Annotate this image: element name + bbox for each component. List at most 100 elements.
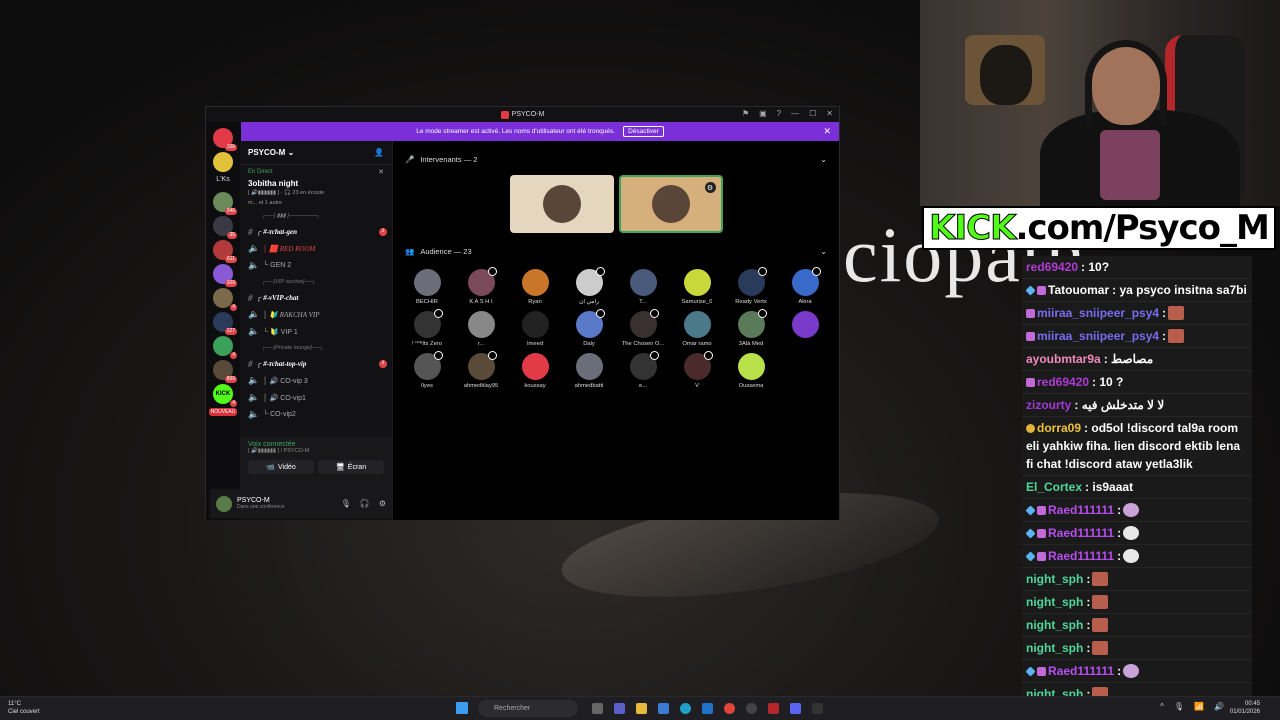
server-icon[interactable] xyxy=(213,152,233,172)
headphones-icon[interactable]: 🎧 xyxy=(360,499,370,508)
voice-channel[interactable]: 🔈 └ 🔰 VIP 1 xyxy=(240,323,392,340)
server-icon[interactable]: 4 xyxy=(213,288,237,311)
server-icon[interactable]: 127 xyxy=(213,312,237,335)
audience-member[interactable]: Akira xyxy=(778,267,832,305)
audience-member[interactable]: K A S H I xyxy=(454,267,508,305)
video-button[interactable]: 📹 Vidéo xyxy=(248,460,314,474)
audience-member[interactable]: Ryan xyxy=(508,269,562,305)
teams-icon[interactable] xyxy=(614,703,625,714)
terminal-icon[interactable] xyxy=(812,703,823,714)
audience-member[interactable]: T... xyxy=(616,269,670,305)
chat-username[interactable]: red69420 xyxy=(1026,260,1078,274)
add-member-icon[interactable]: 👤 xyxy=(374,148,384,157)
close-event-icon[interactable]: ✕ xyxy=(378,168,384,176)
chat-username[interactable]: red69420 xyxy=(1037,375,1089,389)
audience-member[interactable]: رامي ان xyxy=(562,267,616,305)
store-icon[interactable] xyxy=(658,703,669,714)
file-explorer-icon[interactable] xyxy=(592,703,603,714)
screen-icon[interactable]: ▣ xyxy=(759,109,767,118)
voice-channel[interactable]: 🔈 │ 🔊 CO-vip 3 xyxy=(240,372,392,389)
chevron-down-icon[interactable]: ⌄ xyxy=(820,247,827,256)
audience-member[interactable]: The Chosen O... xyxy=(616,309,670,347)
speaker-tile[interactable] xyxy=(509,175,614,233)
chat-username[interactable]: dorra09 xyxy=(1037,421,1081,435)
chat-username[interactable]: zizourty xyxy=(1026,398,1071,412)
audience-member[interactable]: Ilyes xyxy=(400,351,454,389)
voice-channel[interactable]: 🔈 │ 🔰 RAKCHA VIP xyxy=(240,306,392,323)
server-icon[interactable]: 35 xyxy=(213,216,237,239)
inbox-icon[interactable]: ⚑ xyxy=(742,109,749,118)
folder-icon[interactable] xyxy=(636,703,647,714)
chat-username[interactable]: miiraa_sniipeer_psy4 xyxy=(1037,329,1159,343)
text-channel[interactable]: # ┌ #-ᴛchat-gen 1 xyxy=(240,223,392,240)
avatar[interactable] xyxy=(216,495,232,512)
audience-member[interactable]: r... xyxy=(454,311,508,347)
audience-member[interactable]: BECHIR xyxy=(400,269,454,305)
text-channel[interactable]: # ┌ #-ᴛchat-top-vip 1 xyxy=(240,355,392,372)
audience-member[interactable]: ahmedbatti xyxy=(562,353,616,389)
chat-username[interactable]: Raed111111 xyxy=(1048,549,1114,563)
start-button[interactable] xyxy=(456,702,468,714)
chrome-icon[interactable] xyxy=(724,703,735,714)
server-icon[interactable]: 4 xyxy=(213,336,237,359)
audience-member[interactable]: ahmedklay95 xyxy=(454,351,508,389)
audience-member[interactable]: Omar ramo xyxy=(670,311,724,347)
chat-username[interactable]: Raed111111 xyxy=(1048,664,1114,678)
audience-member[interactable]: e... xyxy=(616,351,670,389)
taskbar-clock[interactable]: 00:45 01/01/2026 xyxy=(1230,700,1260,716)
channel-category[interactable]: ┌──[VIP section]──┐ xyxy=(240,274,392,289)
voice-channel[interactable]: 🔈 │ 🟥 RED ROOM xyxy=(240,240,392,257)
audience-member[interactable]: ! ⁰⁰⁸Its Zero xyxy=(400,309,454,347)
disable-streamer-mode-button[interactable]: Désactiver xyxy=(623,126,664,137)
obs-icon[interactable] xyxy=(746,703,757,714)
chat-username[interactable]: Tatouomar xyxy=(1048,283,1109,297)
chat-username[interactable]: night_sph xyxy=(1026,595,1083,609)
edge-icon[interactable] xyxy=(680,703,691,714)
microphone-icon[interactable]: 🎙 xyxy=(341,499,351,508)
maximize-button[interactable]: ☐ xyxy=(809,109,816,118)
chat-username[interactable]: night_sph xyxy=(1026,687,1083,696)
audience-member[interactable]: V xyxy=(670,351,724,389)
help-icon[interactable]: ? xyxy=(777,109,781,118)
microphone-icon[interactable]: 🎙 xyxy=(1174,702,1184,711)
channel-category[interactable]: ┌──[Private lounge]──┐ xyxy=(240,340,392,355)
taskbar-search[interactable]: Rechercher xyxy=(478,700,578,717)
audience-member[interactable]: Imeed xyxy=(508,311,562,347)
outlook-icon[interactable] xyxy=(702,703,713,714)
server-icon[interactable]: 109 xyxy=(213,264,237,287)
voice-channel[interactable]: 🔈 │ 🔊 CO-vip1 xyxy=(240,389,392,406)
stage-event-name[interactable]: 3obitha night xyxy=(240,179,392,188)
server-header[interactable]: PSYCO-M ⌄ 👤 xyxy=(240,141,392,165)
channel-category[interactable]: ┌──[ ▮▮▮ ]───────┐ xyxy=(240,208,392,223)
chat-username[interactable]: Raed111111 xyxy=(1048,503,1114,517)
close-button[interactable]: ✕ xyxy=(826,109,833,118)
audience-member[interactable]: 3Alà Med xyxy=(724,309,778,347)
chevron-down-icon[interactable]: ⌄ xyxy=(820,155,827,164)
server-icon[interactable]: 611 xyxy=(213,240,237,263)
chat-username[interactable]: Raed111111 xyxy=(1048,526,1114,540)
audience-section-header[interactable]: 👥 Audience — 23 ⌄ xyxy=(393,243,839,259)
chevron-up-icon[interactable]: ^ xyxy=(1160,702,1164,711)
audience-member[interactable]: Daly xyxy=(562,309,616,347)
discord-taskbar-icon[interactable] xyxy=(790,703,801,714)
audience-member[interactable]: Oussema xyxy=(724,353,778,389)
wifi-icon[interactable]: 📶 xyxy=(1194,702,1204,711)
chat-username[interactable]: night_sph xyxy=(1026,618,1083,632)
close-banner-icon[interactable]: ✕ xyxy=(823,126,831,137)
voice-channel[interactable]: 🔈 └ CO-vip2 xyxy=(240,406,392,423)
server-icon[interactable]: 346 xyxy=(213,192,237,215)
chat-username[interactable]: night_sph xyxy=(1026,641,1083,655)
audience-member[interactable]: Samurise_0 xyxy=(670,269,724,305)
settings-gear-icon[interactable]: ⚙ xyxy=(379,499,386,508)
audience-member[interactable] xyxy=(778,311,832,347)
chat-username[interactable]: night_sph xyxy=(1026,572,1083,586)
voice-channel[interactable]: 🔈 └ GEN 2 xyxy=(240,257,392,274)
chat-username[interactable]: El_Cortex xyxy=(1026,480,1082,494)
screen-share-button[interactable]: 🖥 Écran xyxy=(318,460,384,474)
server-icon[interactable]: 899 xyxy=(213,360,237,383)
text-channel[interactable]: # ┌ #-ᴠVIP-chat xyxy=(240,289,392,306)
server-folder-label[interactable]: L'Ks xyxy=(216,176,229,188)
speakers-section-header[interactable]: 🎤 Intervenants — 2 ⌄ xyxy=(393,151,839,167)
volume-icon[interactable]: 🔊 xyxy=(1214,702,1224,711)
weather-widget[interactable]: 11°C Ciel couvert xyxy=(8,700,40,716)
